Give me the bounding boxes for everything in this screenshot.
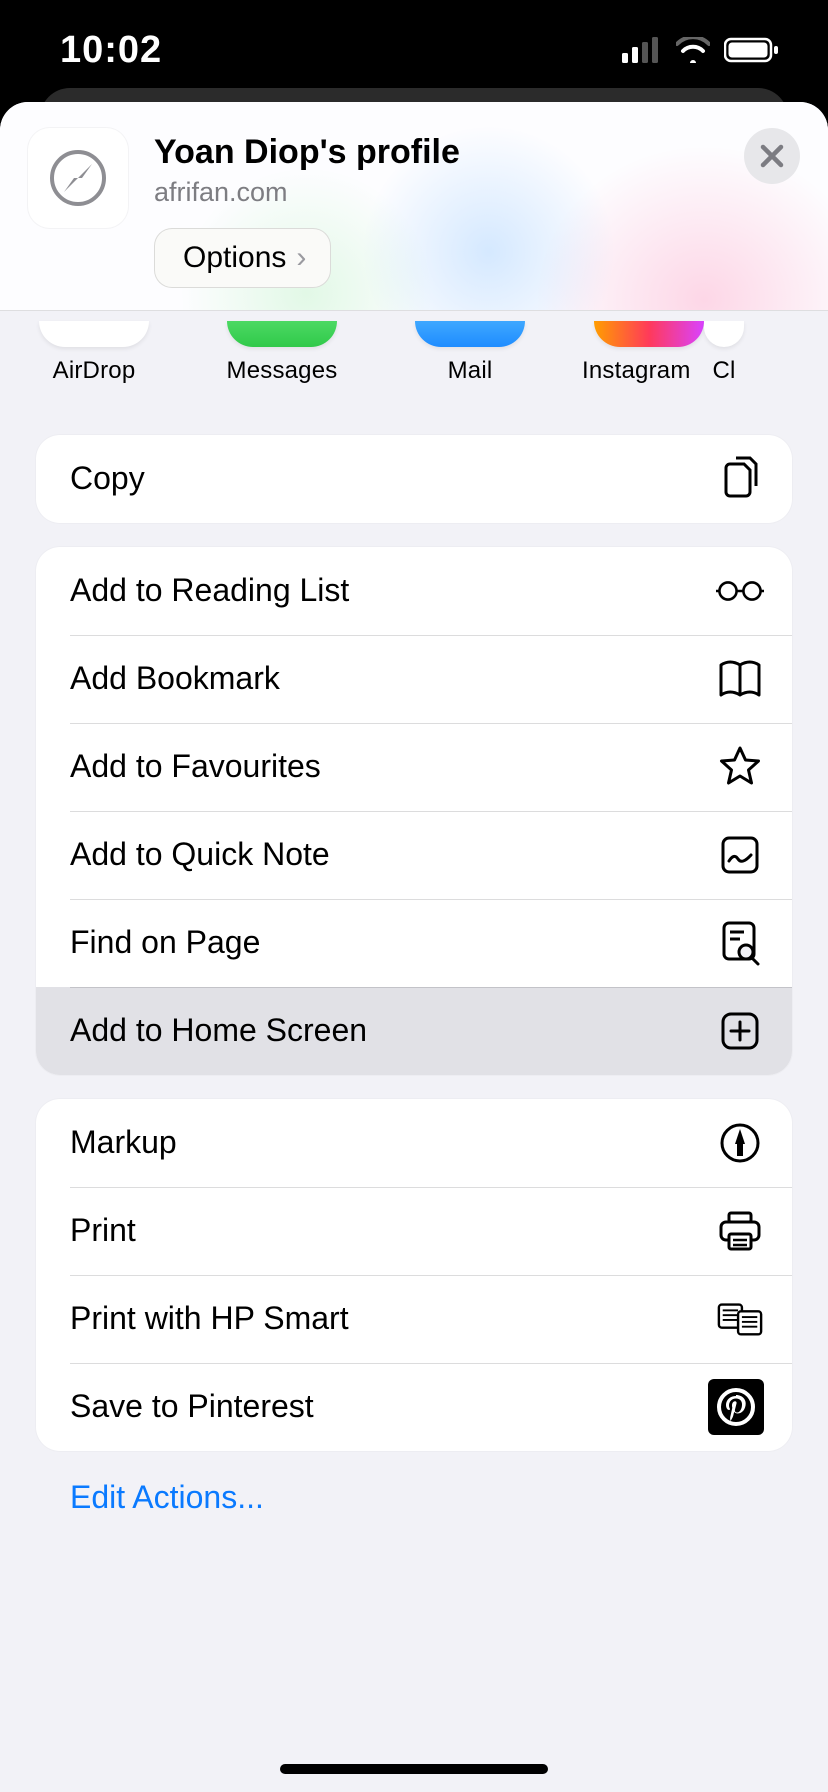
action-add-bookmark[interactable]: Add Bookmark (36, 635, 792, 723)
plus-box-icon (716, 1007, 764, 1055)
app-label: Cl (712, 357, 735, 385)
action-group-save: Add to Reading List Add Bookmark Add to … (36, 547, 792, 1075)
share-app-row[interactable]: AirDrop Messages Mail Instagram Cl (0, 311, 828, 411)
action-find-on-page[interactable]: Find on Page (36, 899, 792, 987)
safari-app-icon (28, 128, 128, 228)
action-label: Add Bookmark (70, 660, 280, 697)
battery-icon (724, 37, 780, 63)
printer-icon (716, 1207, 764, 1255)
chevron-right-icon: › (296, 241, 306, 275)
cellular-icon (622, 37, 662, 63)
home-indicator[interactable] (280, 1764, 548, 1774)
action-reading-list[interactable]: Add to Reading List (36, 547, 792, 635)
wifi-icon (676, 37, 710, 63)
share-target-instagram[interactable]: Instagram (564, 321, 694, 385)
action-add-favourites[interactable]: Add to Favourites (36, 723, 792, 811)
share-header: Yoan Diop's profile afrifan.com Options … (0, 102, 828, 311)
share-target-airdrop[interactable]: AirDrop (0, 321, 188, 385)
instagram-icon (594, 321, 704, 347)
action-print[interactable]: Print (36, 1187, 792, 1275)
action-print-hp-smart[interactable]: Print with HP Smart (36, 1275, 792, 1363)
options-button[interactable]: Options › (154, 228, 331, 288)
share-subtitle: afrifan.com (154, 177, 800, 208)
app-label: Mail (448, 357, 493, 385)
action-label: Print with HP Smart (70, 1300, 349, 1337)
quick-note-icon (716, 831, 764, 879)
app-icon-partial (704, 321, 744, 347)
mail-icon (415, 321, 525, 347)
share-sheet: Yoan Diop's profile afrifan.com Options … (0, 102, 828, 1792)
action-add-home-screen[interactable]: Add to Home Screen (36, 987, 792, 1075)
close-icon (758, 142, 786, 170)
action-label: Add to Reading List (70, 572, 349, 609)
action-label: Add to Quick Note (70, 836, 330, 873)
airdrop-icon (39, 321, 149, 347)
status-time: 10:02 (60, 29, 162, 72)
action-label: Find on Page (70, 924, 260, 961)
action-group-copy: Copy (36, 435, 792, 523)
options-label: Options (183, 241, 286, 275)
copy-icon (716, 455, 764, 503)
action-label: Save to Pinterest (70, 1388, 314, 1425)
action-label: Print (70, 1212, 136, 1249)
star-icon (716, 743, 764, 791)
app-label: Instagram (582, 357, 691, 385)
share-target-mail[interactable]: Mail (376, 321, 564, 385)
action-label: Add to Favourites (70, 748, 321, 785)
action-group-tools: Markup Print Print with HP Smart (36, 1099, 792, 1451)
pinterest-icon (708, 1379, 764, 1435)
messages-icon (227, 321, 337, 347)
action-copy[interactable]: Copy (36, 435, 792, 523)
action-label: Add to Home Screen (70, 1012, 367, 1049)
action-save-pinterest[interactable]: Save to Pinterest (36, 1363, 792, 1451)
edit-actions-button[interactable]: Edit Actions... (0, 1461, 828, 1516)
app-label: Messages (227, 357, 338, 385)
close-button[interactable] (744, 128, 800, 184)
action-label: Markup (70, 1124, 177, 1161)
book-icon (716, 655, 764, 703)
action-quick-note[interactable]: Add to Quick Note (36, 811, 792, 899)
share-target-more[interactable]: Cl (694, 321, 754, 385)
action-markup[interactable]: Markup (36, 1099, 792, 1187)
status-bar: 10:02 (0, 0, 828, 100)
share-target-messages[interactable]: Messages (188, 321, 376, 385)
markup-icon (716, 1119, 764, 1167)
app-label: AirDrop (53, 357, 136, 385)
action-label: Copy (70, 460, 145, 497)
hp-print-icon (716, 1295, 764, 1343)
find-icon (716, 919, 764, 967)
glasses-icon (716, 567, 764, 615)
share-title: Yoan Diop's profile (154, 132, 800, 173)
